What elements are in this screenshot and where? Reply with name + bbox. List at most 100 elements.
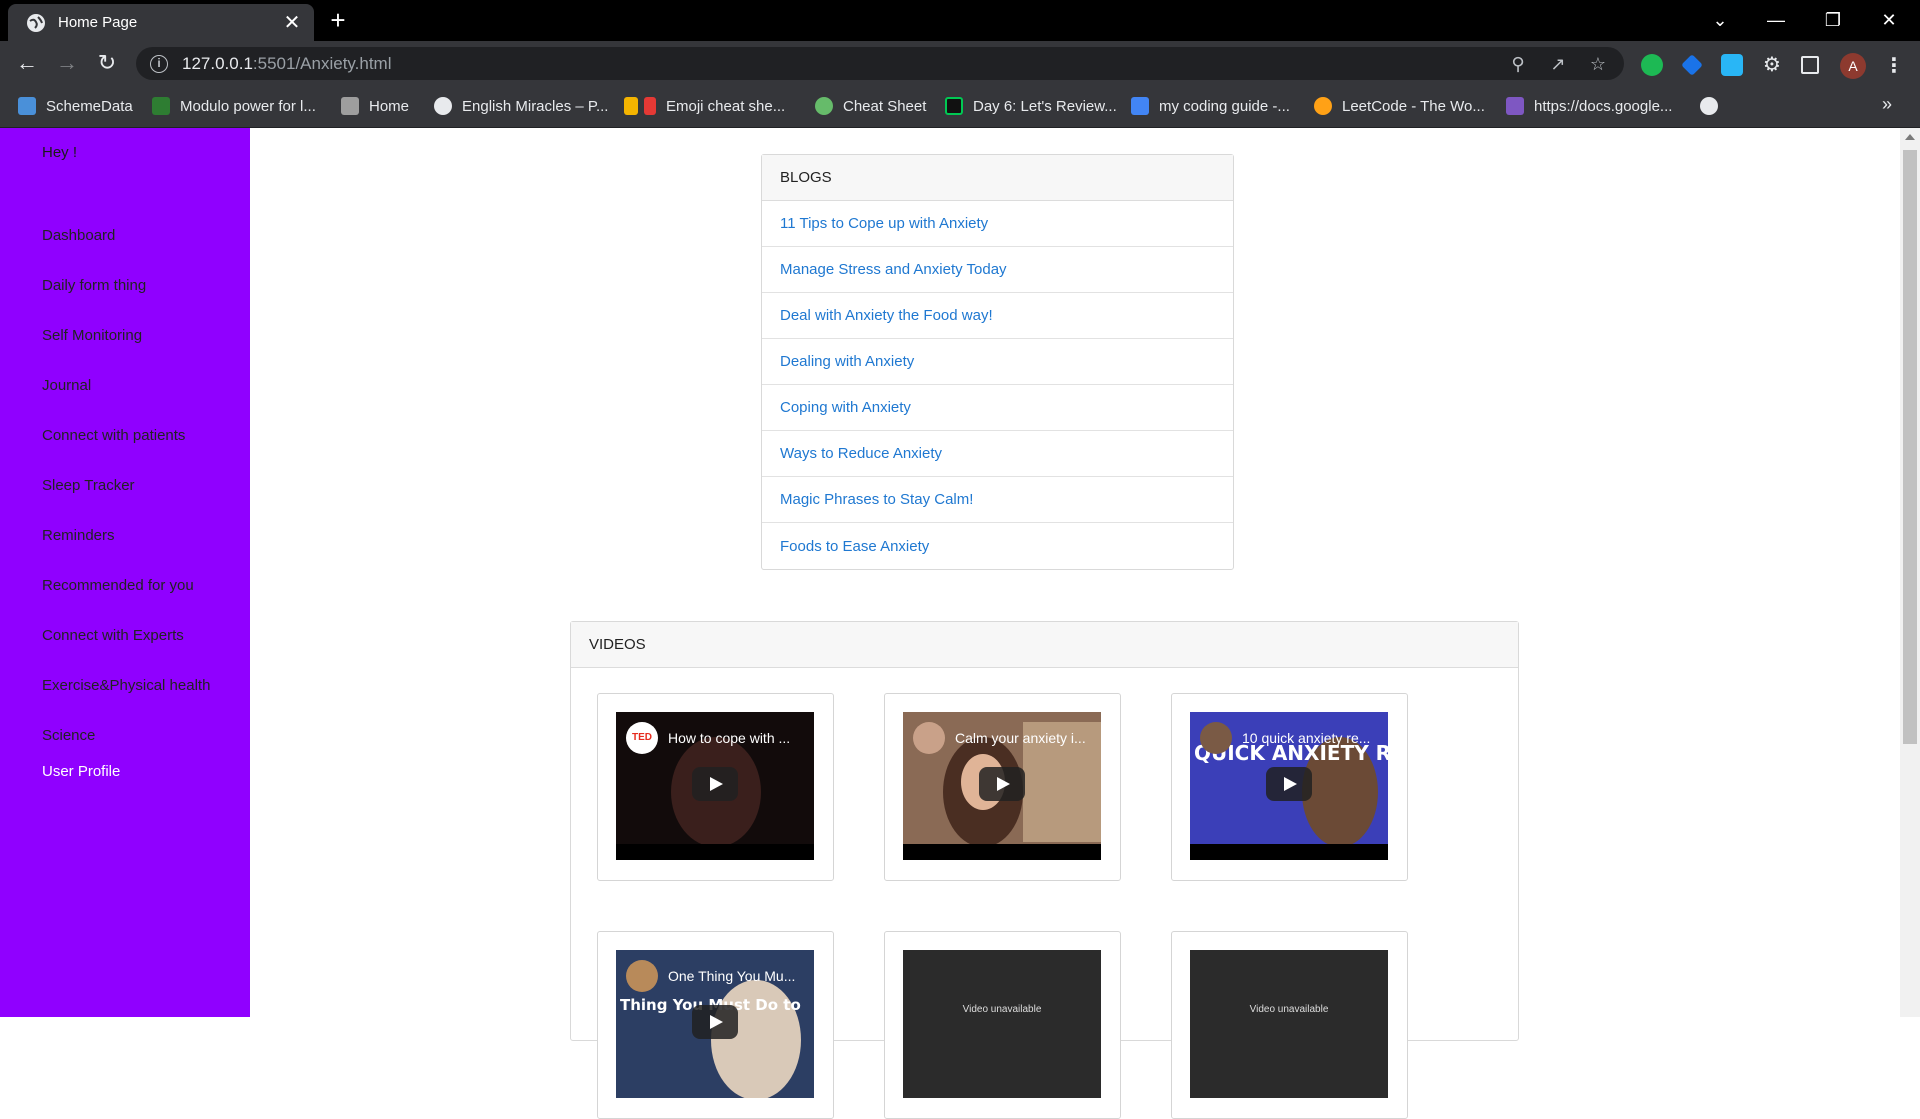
bookmark-item[interactable]: SchemeData: [18, 95, 133, 117]
bookmark-item[interactable]: English Miracles – P...: [434, 95, 608, 117]
address-bar[interactable]: i 127.0.0.1 :5501/Anxiety.html ⚲ ↗ ☆: [136, 47, 1624, 80]
video-player[interactable]: Thing You Must Do to One Thing You Mu...: [616, 950, 814, 1098]
blog-link[interactable]: 11 Tips to Cope up with Anxiety: [780, 215, 988, 232]
tab-search-icon[interactable]: ⌄: [1693, 0, 1747, 41]
video-card: Thing You Must Do to One Thing You Mu...: [597, 931, 834, 1119]
gift-icon: [644, 97, 656, 115]
bookmark-label: English Miracles – P...: [462, 97, 609, 115]
tab-close-icon[interactable]: ✕: [280, 10, 304, 35]
bookmark-label: Day 6: Let's Review...: [973, 97, 1117, 115]
tab-title: Home Page: [58, 14, 138, 31]
video-card: Video unavailable: [1171, 931, 1408, 1119]
bookmark-item[interactable]: my coding guide -...: [1131, 95, 1290, 117]
url-host: 127.0.0.1: [182, 53, 253, 73]
back-arrow-icon[interactable]: ←: [14, 50, 40, 76]
sidebar-item-reminders[interactable]: Reminders: [42, 527, 115, 544]
video-title: Calm your anxiety i...: [955, 730, 1086, 746]
blog-link[interactable]: Deal with Anxiety the Food way!: [780, 307, 993, 324]
blog-link[interactable]: Foods to Ease Anxiety: [780, 538, 929, 555]
bookmark-item[interactable]: Cheat Sheet: [815, 95, 926, 117]
video-title: 10 quick anxiety re...: [1242, 730, 1371, 746]
sidebar-item-self-monitoring[interactable]: Self Monitoring: [42, 327, 142, 344]
window-close-button[interactable]: ✕: [1862, 0, 1916, 41]
bookmarks-overflow-icon[interactable]: »: [1882, 94, 1892, 115]
docs-icon: [1131, 97, 1149, 115]
thumbs-up-icon: [624, 97, 638, 115]
bookmark-item[interactable]: Modulo power for l...: [152, 95, 316, 117]
bookmark-item[interactable]: Day 6: Let's Review...: [945, 95, 1117, 117]
video-player[interactable]: Video unavailable: [1190, 950, 1388, 1098]
sidebar-item-connect-patients[interactable]: Connect with patients: [42, 427, 185, 444]
blog-link[interactable]: Ways to Reduce Anxiety: [780, 445, 942, 462]
video-card: Calm your anxiety i...: [884, 693, 1121, 881]
sidebar-item-recommended[interactable]: Recommended for you: [42, 577, 194, 594]
scroll-up-arrow-icon[interactable]: [1905, 134, 1915, 140]
scrollbar-thumb[interactable]: [1903, 150, 1917, 744]
forward-arrow-icon[interactable]: →: [54, 50, 80, 76]
video-card: TED How to cope with ...: [597, 693, 834, 881]
bookmark-item[interactable]: https://docs.google...: [1506, 95, 1672, 117]
bookmark-item[interactable]: Emoji cheat she...: [624, 95, 785, 117]
sidebar-item-user-profile[interactable]: User Profile: [42, 763, 120, 780]
video-title: How to cope with ...: [668, 730, 791, 746]
bookmark-label: https://docs.google...: [1534, 97, 1673, 115]
blog-link[interactable]: Dealing with Anxiety: [780, 353, 914, 370]
zoom-icon[interactable]: ⚲: [1506, 52, 1530, 76]
url-path: :5501/Anxiety.html: [252, 53, 392, 73]
share-icon[interactable]: ↗: [1546, 52, 1570, 76]
play-icon[interactable]: [692, 1005, 738, 1039]
reload-icon[interactable]: ↻: [94, 50, 120, 76]
profile-avatar[interactable]: A: [1840, 53, 1866, 79]
video-card: Video unavailable: [884, 931, 1121, 1119]
video-player[interactable]: Calm your anxiety i...: [903, 712, 1101, 860]
restore-button[interactable]: ❐: [1806, 0, 1860, 41]
bookmark-item[interactable]: [1700, 95, 1728, 117]
sidebar-item-dashboard[interactable]: Dashboard: [42, 227, 115, 244]
video-player[interactable]: Video unavailable: [903, 950, 1101, 1098]
sidebar-item-exercise[interactable]: Exercise&Physical health: [42, 677, 210, 694]
play-icon[interactable]: [1266, 767, 1312, 801]
sidebar-item-journal[interactable]: Journal: [42, 377, 91, 394]
play-icon[interactable]: [979, 767, 1025, 801]
sidebar-greeting: Hey !: [42, 144, 78, 161]
chat-extension-icon[interactable]: [1641, 54, 1663, 76]
list-item: Coping with Anxiety: [762, 385, 1233, 431]
sidebar-item-science[interactable]: Science: [42, 727, 95, 744]
side-panel-icon[interactable]: [1801, 56, 1819, 74]
channel-avatar: [1200, 722, 1232, 754]
blog-link[interactable]: Manage Stress and Anxiety Today: [780, 261, 1007, 278]
pen-extension-icon[interactable]: [1721, 54, 1743, 76]
video-player[interactable]: TED How to cope with ...: [616, 712, 814, 860]
bookmark-star-icon[interactable]: ☆: [1586, 52, 1610, 76]
bookmarks-bar: SchemeData Modulo power for l... Home En…: [0, 85, 1920, 128]
bookmark-label: Home: [369, 97, 410, 115]
bookmark-label: SchemeData: [46, 97, 133, 115]
browser-toolbar: ← → ↻ i 127.0.0.1 :5501/Anxiety.html ⚲ ↗…: [0, 41, 1920, 85]
video-card: QUICK ANXIETY RELIEF 10 quick anxiety re…: [1171, 693, 1408, 881]
page-scrollbar[interactable]: [1900, 128, 1920, 1017]
sidebar-item-daily-form[interactable]: Daily form thing: [42, 277, 146, 294]
site-info-icon[interactable]: i: [150, 54, 168, 73]
video-player[interactable]: QUICK ANXIETY RELIEF 10 quick anxiety re…: [1190, 712, 1388, 860]
bookmark-item[interactable]: LeetCode - The Wo...: [1314, 95, 1485, 117]
bookmark-item[interactable]: Home: [341, 95, 409, 117]
blog-link[interactable]: Magic Phrases to Stay Calm!: [780, 491, 973, 508]
bookmark-label: my coding guide -...: [1159, 97, 1290, 115]
sidebar-item-sleep-tracker[interactable]: Sleep Tracker: [42, 477, 135, 494]
play-icon[interactable]: [692, 767, 738, 801]
sidebar-item-connect-experts[interactable]: Connect with Experts: [42, 627, 184, 644]
list-item: Foods to Ease Anxiety: [762, 523, 1233, 569]
videos-card: VIDEOS TED How to cope with ... Calm you…: [570, 621, 1519, 1119]
blogs-header: BLOGS: [762, 155, 1233, 201]
bookmark-label: Modulo power for l...: [180, 97, 316, 115]
list-item: Ways to Reduce Anxiety: [762, 431, 1233, 477]
browser-menu-icon[interactable]: ⋮: [1884, 53, 1904, 79]
new-tab-button[interactable]: +: [326, 7, 350, 33]
browser-tab[interactable]: Home Page ✕: [8, 4, 314, 41]
minimize-button[interactable]: —: [1749, 0, 1803, 41]
bookmark-label: Emoji cheat she...: [666, 97, 786, 115]
blog-link[interactable]: Coping with Anxiety: [780, 399, 911, 416]
extensions-puzzle-icon[interactable]: ⚙: [1761, 54, 1783, 76]
bookmark-favicon-icon: [152, 97, 170, 115]
video-unavailable-text: Video unavailable: [962, 1004, 1042, 1015]
